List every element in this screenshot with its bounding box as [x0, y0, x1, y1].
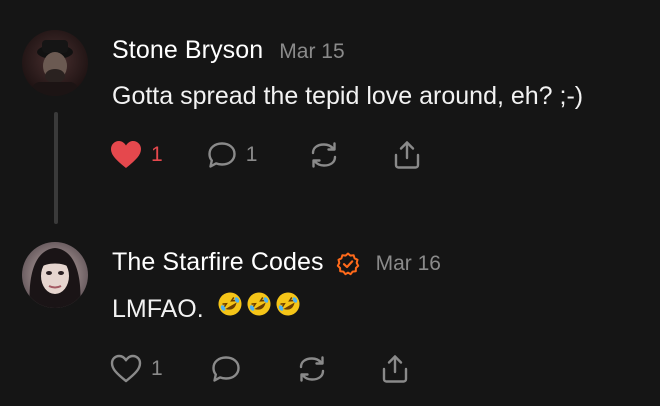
like-button[interactable]: 1 [110, 140, 163, 170]
reply-button[interactable]: 1 [207, 141, 258, 169]
comment: Stone Bryson Mar 15 Gotta spread the tep… [0, 0, 660, 230]
verified-check-icon [336, 252, 360, 276]
share-button[interactable] [393, 140, 421, 170]
comment-text: LMFAO. [112, 291, 300, 327]
reply-count: 1 [245, 143, 258, 166]
reply-button[interactable] [211, 355, 241, 383]
emoji-group [217, 291, 300, 324]
comment-text-content: LMFAO. [112, 295, 204, 324]
restack-button[interactable] [307, 140, 341, 170]
share-upload-icon [395, 141, 420, 169]
heart-icon [110, 354, 142, 383]
avatar[interactable] [22, 30, 88, 96]
avatar-image [22, 30, 88, 96]
comment-actions: 1 [110, 354, 409, 384]
restack-button[interactable] [295, 354, 329, 384]
comment-header: The Starfire Codes Mar 16 [112, 248, 441, 277]
avatar-image [22, 242, 88, 308]
restack-arrows-icon [299, 356, 324, 382]
thread-connector-line [54, 112, 58, 224]
author-name[interactable]: The Starfire Codes [112, 248, 324, 277]
comment: The Starfire Codes Mar 16 LMFAO. 1 [0, 230, 660, 406]
comment-bubble-icon [211, 356, 240, 382]
share-upload-icon [382, 355, 407, 383]
like-button[interactable]: 1 [110, 354, 163, 384]
comment-text: Gotta spread the tepid love around, eh? … [112, 82, 584, 110]
author-name[interactable]: Stone Bryson [112, 36, 263, 65]
restack-arrows-icon [312, 142, 337, 168]
heart-icon [111, 141, 141, 168]
like-count: 1 [151, 357, 163, 380]
comment-date[interactable]: Mar 16 [376, 252, 441, 276]
share-button[interactable] [381, 354, 409, 384]
like-count: 1 [151, 143, 163, 166]
comment-actions: 1 1 [110, 140, 421, 170]
rolling-on-floor-laughing-emoji-icon [247, 292, 271, 316]
avatar[interactable] [22, 242, 88, 308]
rolling-on-floor-laughing-emoji-icon [218, 292, 242, 316]
comment-bubble-icon [207, 142, 236, 168]
rolling-on-floor-laughing-emoji-icon [276, 292, 300, 316]
comment-header: Stone Bryson Mar 15 [112, 36, 345, 65]
comment-thread: Stone Bryson Mar 15 Gotta spread the tep… [0, 0, 660, 406]
comment-date[interactable]: Mar 15 [279, 40, 344, 64]
